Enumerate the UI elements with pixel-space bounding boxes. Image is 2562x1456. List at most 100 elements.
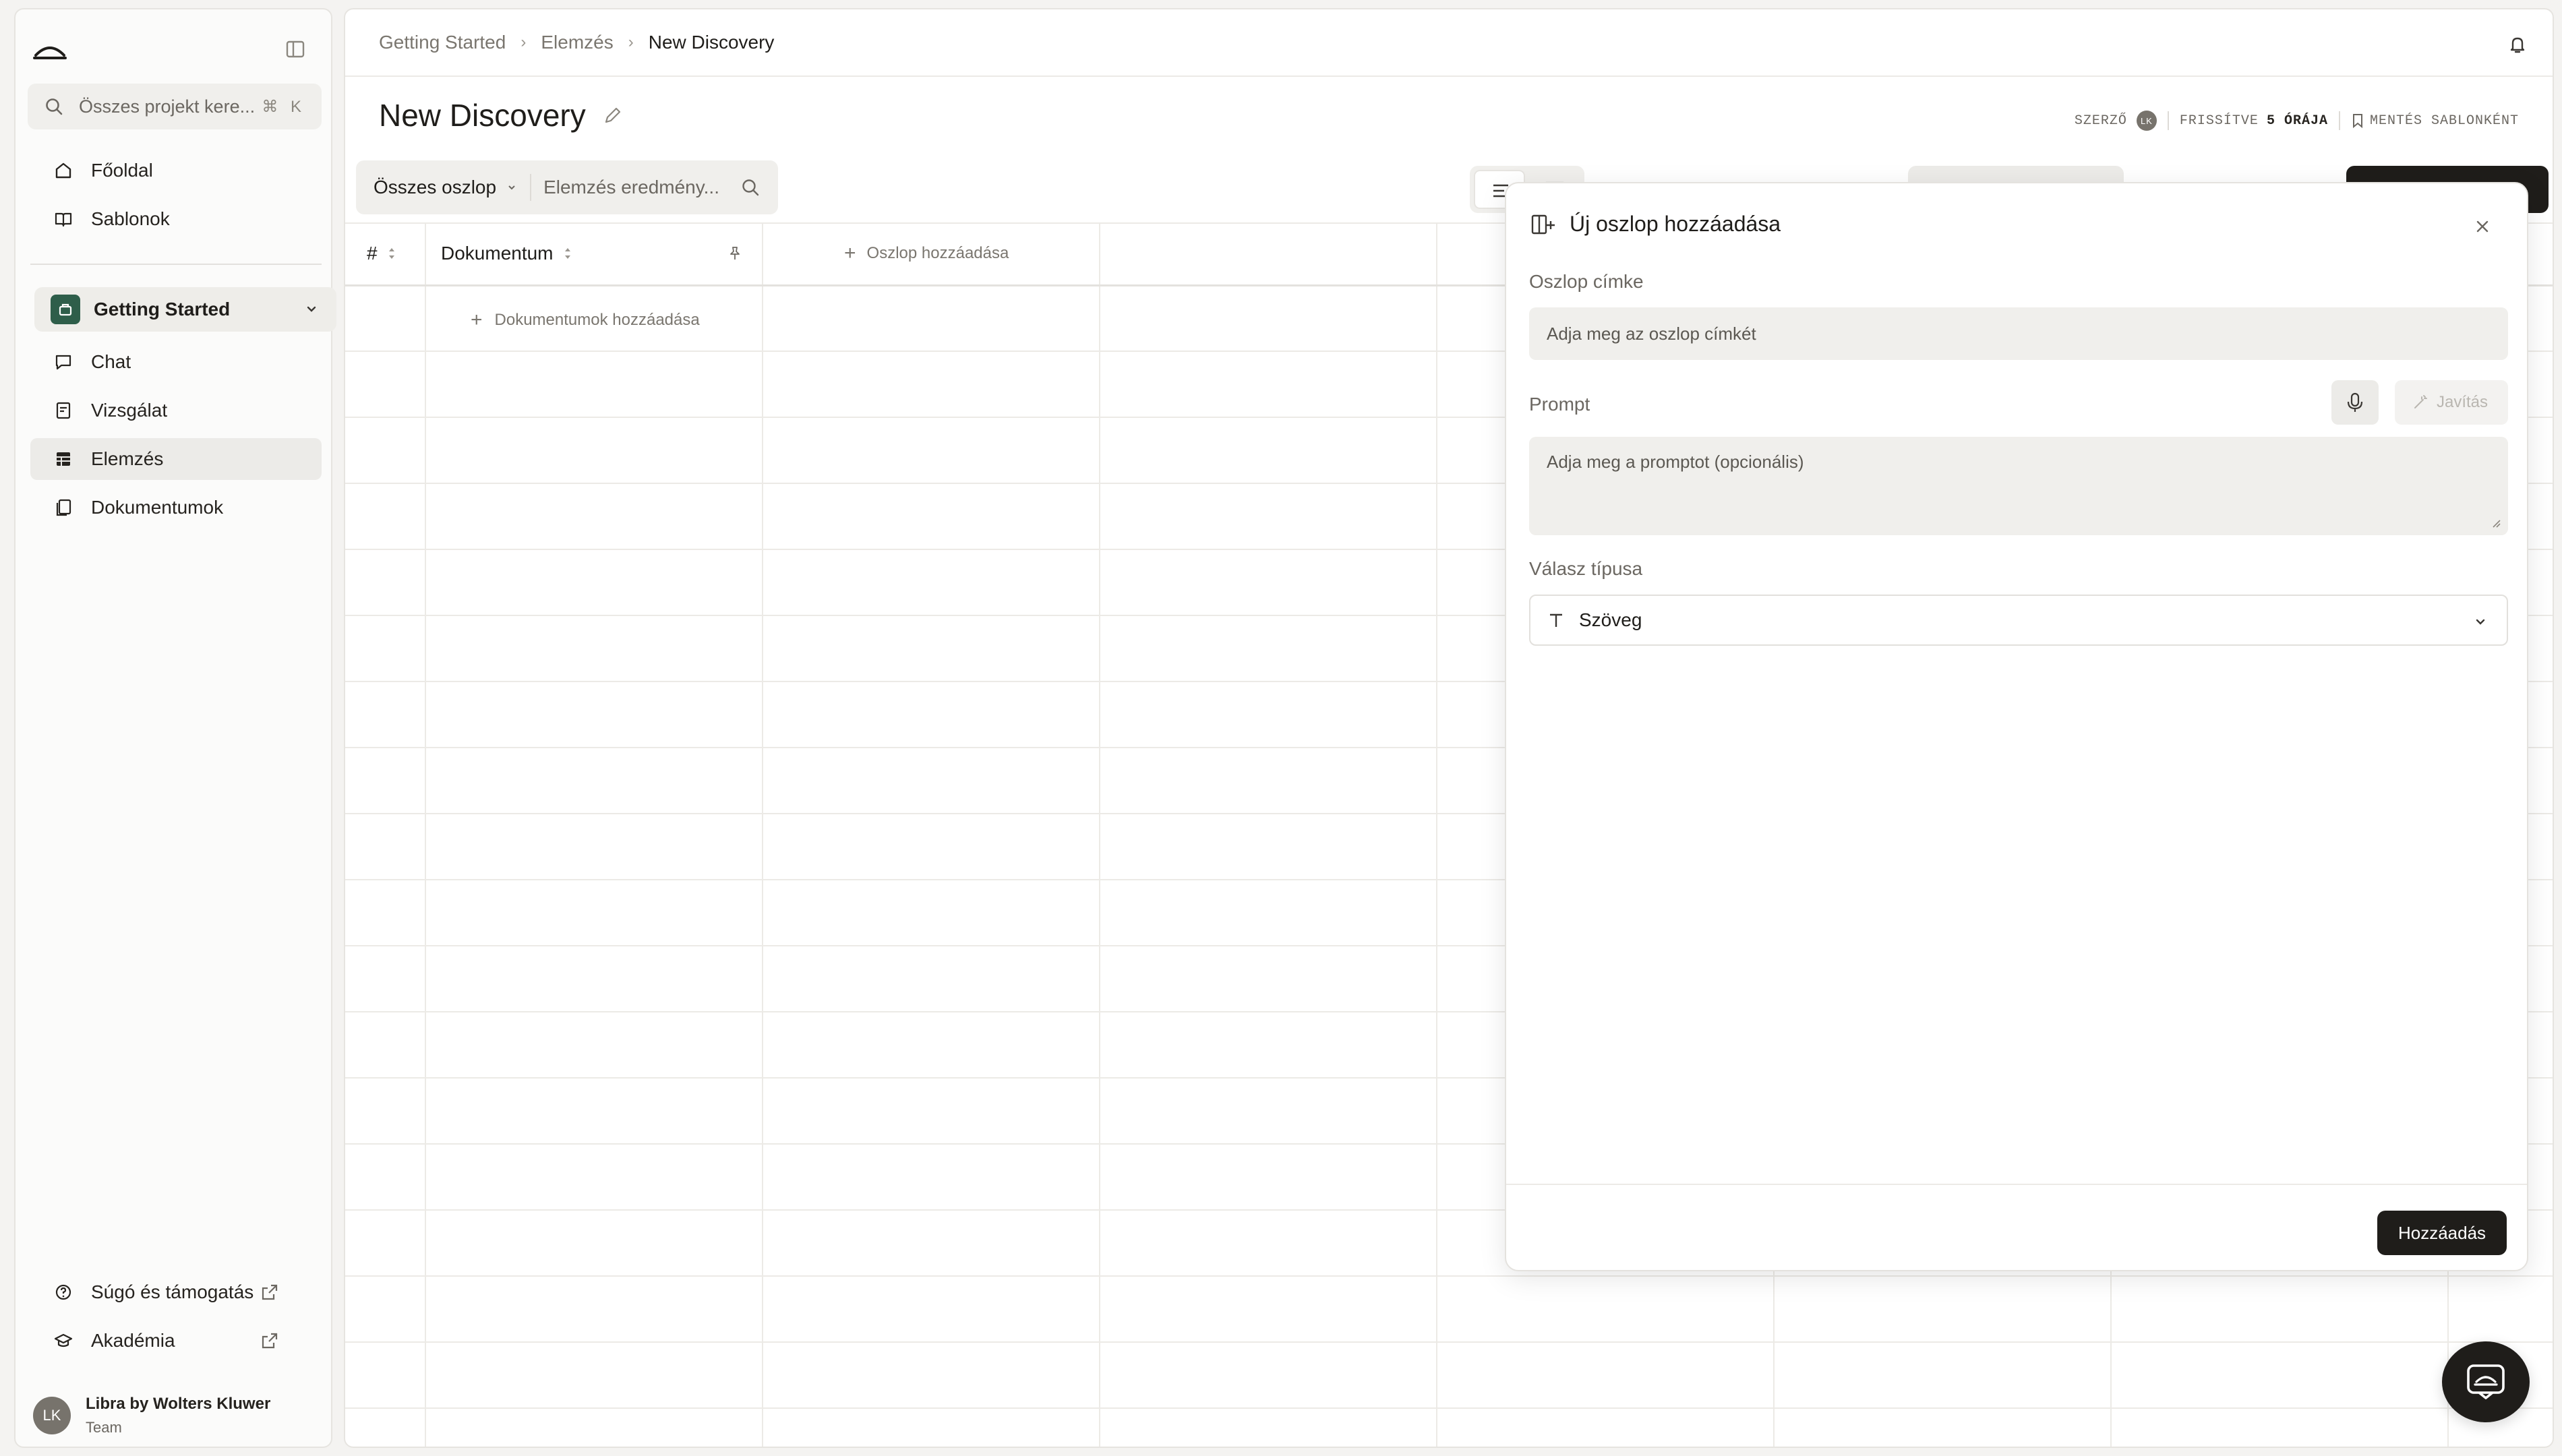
sidebar-item-analysis[interactable]: Elemzés [30, 438, 322, 480]
project-selector[interactable]: Getting Started [34, 287, 336, 332]
columns-select[interactable]: Összes oszlop [374, 177, 518, 198]
row-divider [345, 1407, 2553, 1409]
microphone-icon [2347, 392, 2363, 412]
project-name: Getting Started [94, 299, 231, 320]
chat-icon [55, 355, 71, 370]
sort-icon [388, 248, 394, 259]
table-toolbar: Összes oszlop Elemzés eredmény... [356, 160, 778, 214]
sidebar-item-academy[interactable]: Akadémia [30, 1320, 322, 1362]
meta-divider [2167, 111, 2169, 130]
header-document[interactable]: Dokumentum [441, 222, 572, 284]
column-label-input[interactable]: Adja meg az oszlop címkét [1529, 307, 2508, 360]
resize-handle-icon[interactable] [2489, 516, 2501, 528]
sidebar-divider [30, 264, 322, 265]
column-divider [1099, 222, 1100, 1447]
sidebar-item-documents[interactable]: Dokumentumok [30, 487, 322, 528]
sidebar-item-label: Elemzés [91, 448, 164, 469]
sidebar-item-label: Vizsgálat [91, 400, 168, 421]
sidebar: Összes projekt kere... ⌘ K Főoldal Sablo… [14, 8, 336, 1448]
documents-icon [56, 499, 71, 516]
sidebar-item-label: Sablonok [91, 208, 170, 229]
external-link-icon [262, 1284, 278, 1300]
sidebar-item-chat[interactable]: Chat [30, 341, 322, 383]
plus-icon: + [844, 242, 856, 264]
page-title: New Discovery [379, 98, 586, 133]
breadcrumb-separator: › [628, 33, 634, 51]
add-column-dialog: Új oszlop hozzáadása Oszlop címke Adja m… [1505, 182, 2528, 1271]
microphone-button[interactable] [2331, 380, 2379, 425]
response-type-select[interactable]: Szöveg [1529, 595, 2508, 646]
fix-prompt-label: Javítás [2437, 393, 2489, 411]
chevron-down-icon [307, 306, 316, 312]
row-divider [345, 1275, 2553, 1277]
review-icon [56, 402, 71, 419]
plus-icon: + [471, 309, 483, 331]
sidebar-item-help[interactable]: Súgó és támogatás [30, 1271, 322, 1313]
column-label-label: Oszlop címke [1529, 271, 1644, 292]
bell-icon[interactable] [2507, 34, 2528, 55]
libra-logo-icon[interactable] [33, 36, 67, 61]
sidebar-item-label: Akadémia [91, 1330, 175, 1351]
dialog-header: Új oszlop hozzáadása [1530, 212, 1781, 237]
updated-value: 5 ÓRÁJA [2266, 113, 2328, 129]
fix-prompt-button[interactable]: Javítás [2395, 380, 2508, 425]
sidebar-item-home[interactable]: Főoldal [30, 150, 322, 191]
sidebar-item-templates[interactable]: Sablonok [30, 198, 322, 240]
search-icon [46, 98, 63, 115]
pencil-icon[interactable] [602, 104, 624, 126]
close-icon[interactable] [2473, 217, 2492, 236]
breadcrumb-separator: › [520, 33, 527, 51]
header-index-label: # [367, 243, 378, 264]
project-search[interactable]: Összes projekt kere... ⌘ K [28, 84, 322, 129]
help-icon [55, 1284, 71, 1300]
magic-wand-icon [2414, 395, 2427, 408]
chat-assistant-button[interactable] [2442, 1341, 2530, 1422]
academy-icon [54, 1333, 73, 1347]
search-icon[interactable] [740, 177, 761, 198]
author-label: SZERZŐ [2074, 113, 2127, 129]
row-divider [345, 1341, 2553, 1343]
add-column-label: Oszlop hozzáadása [866, 244, 1009, 262]
user-profile[interactable]: LK Libra by Wolters Kluwer Team [33, 1395, 270, 1436]
bookmark-icon [2352, 114, 2362, 128]
breadcrumb-item[interactable]: Getting Started [379, 32, 506, 53]
pin-icon[interactable] [727, 245, 743, 262]
toolbar-divider [530, 174, 532, 201]
home-icon [55, 162, 71, 179]
add-column-button[interactable]: + Oszlop hozzáadása [844, 222, 1009, 284]
updated-label: FRISSÍTVE [2179, 113, 2259, 129]
project-icon [51, 295, 80, 324]
breadcrumb-item[interactable]: Elemzés [541, 32, 613, 53]
book-icon [55, 212, 72, 227]
page-meta: SZERZŐ LK FRISSÍTVE 5 ÓRÁJA MENTÉS SABLO… [2075, 111, 2519, 131]
breadcrumb-current: New Discovery [648, 32, 775, 53]
column-divider [1436, 222, 1437, 1447]
author-avatar: LK [2136, 111, 2157, 131]
header-index[interactable]: # [367, 222, 396, 284]
user-team: Team [86, 1419, 122, 1436]
sidebar-collapse-icon[interactable] [285, 39, 305, 59]
chevron-down-icon [508, 185, 515, 190]
sidebar-item-label: Dokumentumok [91, 497, 224, 518]
results-search-input[interactable]: Elemzés eredmény... [543, 177, 740, 198]
add-column-icon [1531, 214, 1555, 234]
chat-assistant-icon [2467, 1364, 2505, 1399]
sidebar-item-label: Főoldal [91, 160, 153, 181]
dialog-footer-divider [1506, 1184, 2527, 1185]
project-search-placeholder: Összes projekt kere... [79, 96, 256, 117]
prompt-textarea[interactable]: Adja meg a promptot (opcionális) [1529, 437, 2508, 535]
search-shortcut: ⌘ K [262, 97, 305, 116]
dialog-title: Új oszlop hozzáadása [1570, 212, 1781, 236]
user-name: Libra by Wolters Kluwer [86, 1395, 271, 1413]
add-documents-label: Dokumentumok hozzáadása [494, 311, 700, 329]
column-divider [425, 222, 426, 1447]
avatar: LK [33, 1397, 71, 1434]
column-divider [762, 222, 763, 1447]
add-documents-button[interactable]: + Dokumentumok hozzáadása [471, 309, 700, 332]
submit-add-button[interactable]: Hozzáadás [2377, 1211, 2507, 1255]
sidebar-item-review[interactable]: Vizsgálat [30, 390, 322, 431]
save-template-button[interactable]: MENTÉS SABLONKÉNT [2370, 113, 2519, 129]
header-document-label: Dokumentum [441, 243, 554, 264]
table-icon [57, 452, 70, 466]
sidebar-item-label: Chat [91, 351, 131, 372]
